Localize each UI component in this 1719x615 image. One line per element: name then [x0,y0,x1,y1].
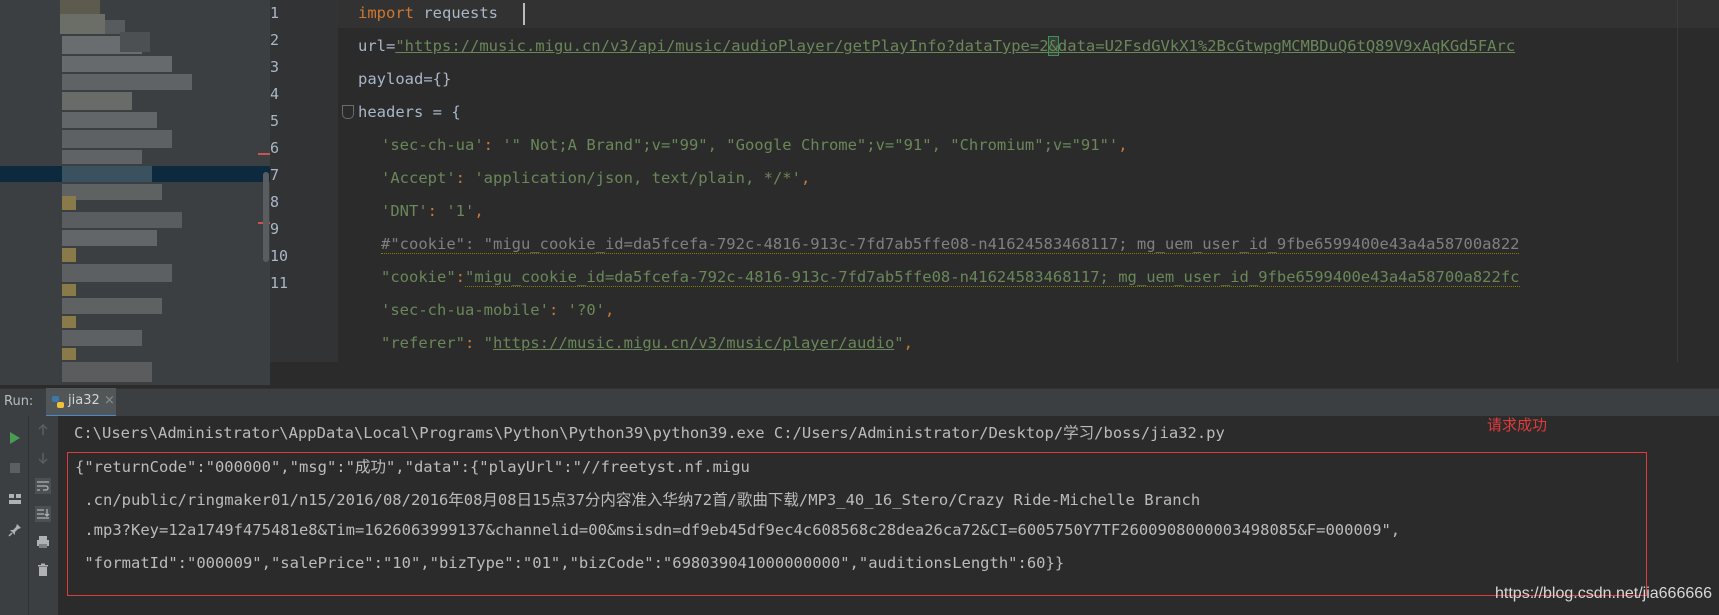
print-icon[interactable] [35,534,51,550]
tree-scrollbar[interactable] [263,172,269,262]
console-command-line: C:\Users\Administrator\AppData\Local\Pro… [74,424,1225,442]
blurred-tree-item [62,112,157,128]
rerun-icon[interactable] [7,430,23,446]
blurred-folder-icon [62,196,76,210]
blurred-folder-icon [62,348,76,360]
run-label: Run: [4,394,34,409]
right-margin-guide [1677,0,1678,362]
blurred-folder-icon [62,316,76,328]
blurred-tree-item [62,130,172,148]
blurred-folder-icon [62,284,76,296]
run-tab-label: jia32 [68,393,100,408]
code-editor[interactable] [338,0,1719,362]
blurred-tree-item [60,0,100,14]
blurred-tree-item [62,184,162,200]
pin-icon[interactable] [7,522,23,538]
arrow-up-icon[interactable] [35,422,51,438]
blurred-tree-item [62,74,192,90]
console-output-line: "formatId":"000009","salePrice":"10","bi… [75,554,1065,572]
blurred-tree-item [60,14,105,34]
error-marker [258,153,270,155]
console-toolbar [28,416,59,615]
console-output-line: {"returnCode":"000000","msg":"成功","data"… [75,458,750,476]
blurred-tree-item [62,230,157,246]
run-tool-window-header [0,388,1719,417]
blurred-tree-item [62,264,172,282]
blurred-tree-item [62,330,142,346]
python-icon [52,396,64,408]
console-output-line: .cn/public/ringmaker01/n15/2016/08/2016年… [75,491,1201,509]
blurred-tree-item [62,56,172,72]
blurred-tree-item [62,150,142,164]
project-tree-panel[interactable] [0,0,270,385]
soft-wrap-icon[interactable] [35,478,51,494]
annotation-label: 请求成功 [1487,416,1548,434]
current-line-highlight [338,0,1719,28]
blurred-tree-item [120,32,150,52]
scroll-to-end-icon[interactable] [35,506,51,522]
close-icon[interactable]: × [104,393,115,408]
watermark: https://blog.csdn.net/jia666666 [1495,585,1713,602]
blurred-tree-item [62,298,162,314]
blurred-tree-item [62,362,152,382]
trash-icon[interactable] [35,562,51,578]
blurred-tree-item [62,92,132,110]
blurred-tree-item [62,166,152,182]
layout-icon[interactable] [7,491,23,507]
console-output-line: .mp3?Key=12a1749f475481e8&Tim=1626063999… [75,521,1401,539]
arrow-down-icon[interactable] [35,450,51,466]
blurred-folder-icon [62,248,76,262]
blurred-tree-item [62,212,182,228]
stop-icon[interactable] [7,460,23,476]
editor-gutter [270,0,338,362]
